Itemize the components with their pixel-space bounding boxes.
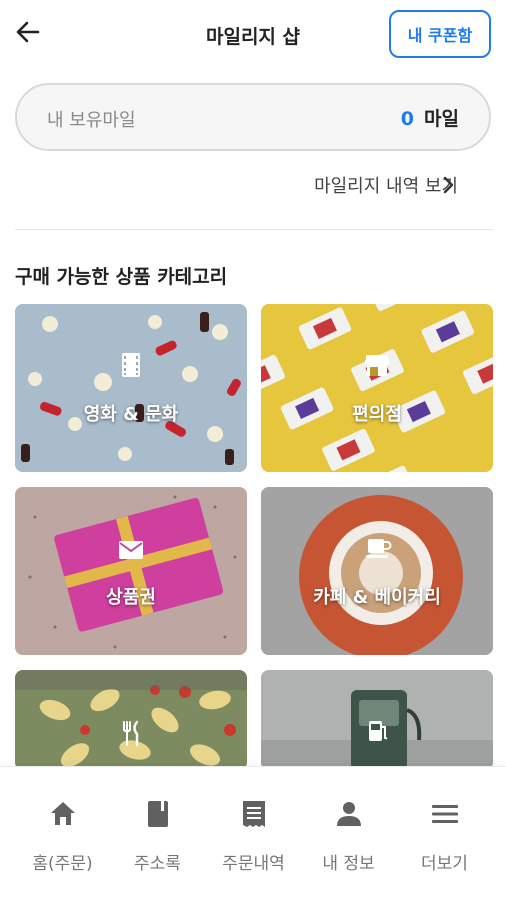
coffee-cup-background: [261, 487, 493, 655]
category-tile-movie-culture[interactable]: 영화 & 문화: [15, 304, 247, 472]
category-section-title: 구매 가능한 상품 카테고리: [15, 266, 228, 288]
home-icon: [50, 802, 75, 825]
envelope-icon: [119, 541, 143, 559]
nav-more-label: 더보기: [421, 854, 468, 874]
category-tile-cafe-bakery[interactable]: 카페 & 베이커리: [261, 487, 493, 655]
mileage-unit: 마일: [424, 108, 459, 130]
mileage-label: 내 보유마일: [47, 110, 136, 131]
category-tile-food[interactable]: [15, 670, 247, 770]
nav-order-history-label: 주문내역: [222, 854, 285, 874]
film-icon: [122, 353, 140, 377]
coffee-cup-icon: [366, 539, 392, 558]
person-icon: [336, 802, 361, 826]
nav-address-book-label: 주소록: [134, 854, 181, 874]
mileage-value: 0 마일: [401, 104, 459, 131]
nav-more[interactable]: 더보기: [394, 767, 495, 901]
snack-packs-background: [261, 304, 493, 472]
gas-pump-icon: [369, 721, 388, 741]
nav-home[interactable]: 홈(주문): [12, 767, 113, 901]
category-label: 카페 & 베이커리: [313, 587, 441, 608]
menu-icon: [431, 805, 458, 823]
my-coupon-button[interactable]: 내 쿠폰함: [389, 10, 491, 58]
nav-address-book[interactable]: 주소록: [107, 767, 208, 901]
store-icon: [365, 355, 389, 376]
address-book-icon: [147, 801, 168, 827]
nav-order-history[interactable]: 주문내역: [203, 767, 304, 901]
nav-my-info[interactable]: 내 정보: [298, 767, 399, 901]
header: 마일리지 샵 내 쿠폰함: [0, 0, 506, 70]
category-label: 편의점: [352, 404, 402, 425]
mileage-amount: 0: [400, 108, 415, 130]
category-tile-convenience-store[interactable]: 편의점: [261, 304, 493, 472]
divider: [15, 229, 493, 230]
nav-my-info-label: 내 정보: [322, 854, 375, 874]
fork-knife-icon: [123, 720, 139, 747]
mileage-history-link[interactable]: 마일리지 내역 보기: [314, 172, 458, 198]
gift-box-background: [15, 487, 247, 655]
category-tile-gas-station[interactable]: [261, 670, 493, 770]
chevron-right-icon[interactable]: [440, 175, 456, 195]
nav-home-label: 홈(주문): [32, 854, 93, 874]
receipt-icon: [242, 801, 265, 827]
popcorn-candy-background: [15, 304, 247, 472]
category-label: 영화 & 문화: [83, 404, 179, 425]
bottom-navigation: 홈(주문) 주소록 주문내역 내 정보 더보기: [0, 766, 506, 901]
category-label: 상품권: [106, 587, 156, 608]
category-tile-gift-card[interactable]: 상품권: [15, 487, 247, 655]
mileage-balance-card: 내 보유마일 0 마일: [15, 83, 491, 151]
